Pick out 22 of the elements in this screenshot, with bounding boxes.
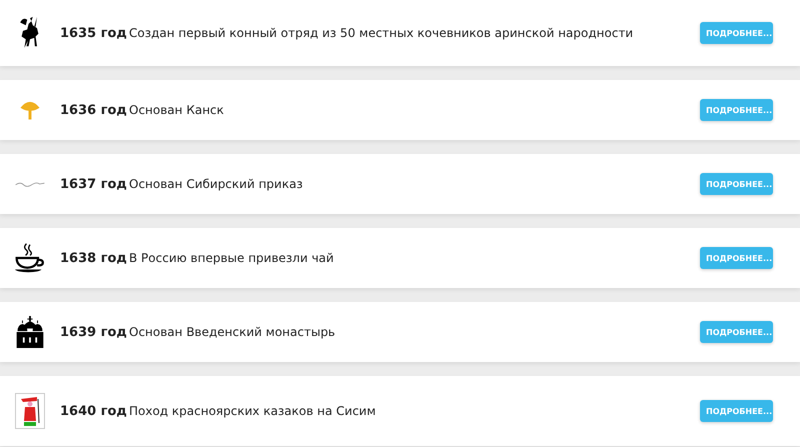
event-year: 1640 год [60, 404, 128, 418]
teacup-icon [14, 242, 46, 274]
event-year: 1638 год [60, 250, 128, 266]
church-icon [14, 315, 46, 349]
more-button[interactable]: ПОДРОБНЕЕ... [700, 321, 773, 343]
more-button[interactable]: ПОДРОБНЕЕ... [700, 99, 773, 121]
event-year: 1637 год [60, 176, 128, 192]
event-title: Создан первый конный отряд из 50 местных кочевников аринской народности [129, 26, 634, 40]
event-year: 1639 год [60, 324, 128, 340]
coat-of-arms-icon [15, 393, 45, 429]
sketch-icon [13, 180, 47, 188]
event-title: Поход красноярских казаков на Сисим [129, 404, 377, 418]
more-button[interactable]: ПОДРОБНЕЕ... [700, 173, 773, 195]
event-title: Основан Сибирский приказ [129, 177, 304, 191]
more-button[interactable]: ПОДРОБНЕЕ... [700, 22, 773, 44]
event-year: 1635 год [60, 26, 128, 40]
more-button[interactable]: ПОДРОБНЕЕ... [700, 247, 773, 269]
event-title: В Россию впервые привезли чай [129, 251, 335, 265]
event-title: Основан Канск [129, 103, 225, 117]
event-year: 1636 год [60, 102, 128, 118]
more-button[interactable]: ПОДРОБНЕЕ... [700, 400, 773, 422]
event-title: Основан Введенский монастырь [129, 325, 336, 339]
